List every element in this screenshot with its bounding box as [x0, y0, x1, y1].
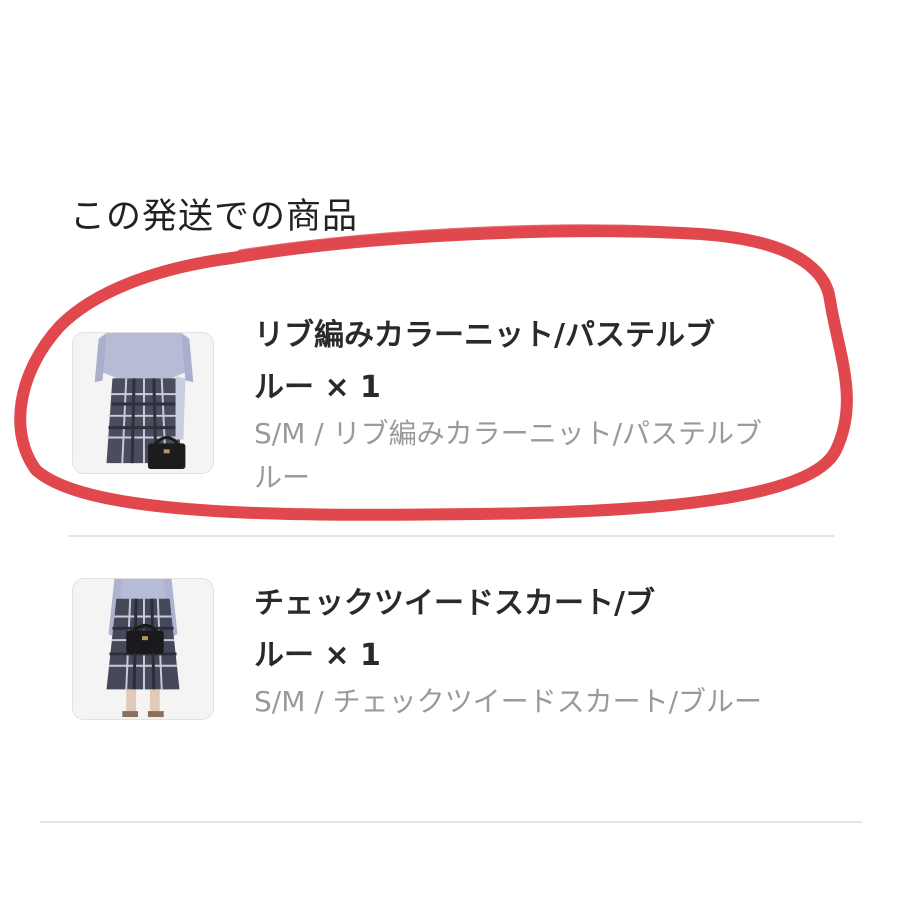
item-variant-line-2: ルー: [254, 461, 311, 494]
item-divider: [68, 535, 834, 537]
item-name: リブ編みカラーニット/パステルブ ルー × 1: [254, 310, 794, 414]
item-name-line-1: リブ編みカラーニット/パステルブ: [254, 318, 715, 353]
product-thumbnail[interactable]: [72, 332, 214, 474]
item-variant: S/M / チェックツイードスカート/ブルー: [254, 680, 814, 724]
section-divider: [40, 821, 862, 823]
item-name-line-2: ルー × 1: [254, 370, 381, 405]
item-variant: S/M / リブ編みカラーニット/パステルブ ルー: [254, 412, 814, 500]
item-name-line-1: チェックツイードスカート/ブ: [254, 586, 655, 621]
product-photo: [73, 333, 213, 473]
item-variant-line-1: S/M / チェックツイードスカート/ブルー: [254, 685, 763, 718]
product-thumbnail[interactable]: [72, 578, 214, 720]
item-variant-line-1: S/M / リブ編みカラーニット/パステルブ: [254, 417, 763, 450]
item-name: チェックツイードスカート/ブ ルー × 1: [254, 578, 794, 682]
product-photo: [73, 579, 213, 719]
section-title: この発送での商品: [70, 197, 359, 237]
item-name-line-2: ルー × 1: [254, 638, 381, 673]
